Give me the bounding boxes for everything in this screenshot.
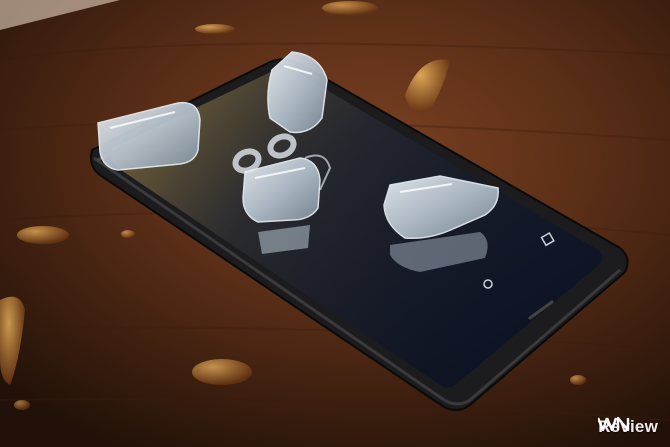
photo-illustration [0, 0, 670, 447]
review-watermark: Review [598, 417, 658, 437]
photo-scene: Review [0, 0, 670, 447]
brand-logo [598, 417, 630, 431]
